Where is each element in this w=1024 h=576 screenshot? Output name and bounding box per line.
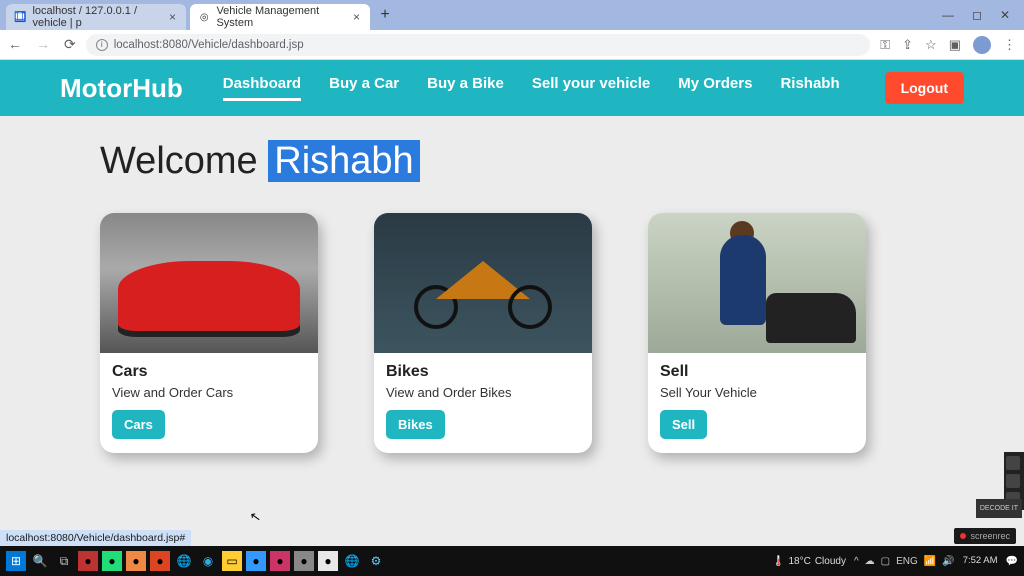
close-window-icon[interactable]: ✕ — [1000, 8, 1010, 22]
screen-recorder-badge[interactable]: screenrec — [954, 528, 1016, 544]
taskbar-clock[interactable]: 7:52 AM — [963, 556, 998, 566]
minimize-icon[interactable]: — — [942, 8, 954, 22]
browser-tab-strip: 🛄 localhost / 127.0.0.1 / vehicle | p × … — [0, 0, 1024, 30]
meet-icon[interactable]: ▢ — [881, 556, 890, 567]
tab-title: Vehicle Management System — [216, 5, 343, 29]
nav-links: Dashboard Buy a Car Buy a Bike Sell your… — [223, 75, 840, 101]
video-icon[interactable] — [1006, 474, 1020, 488]
menu-icon[interactable]: ⋮ — [1003, 37, 1016, 53]
taskbar-app[interactable]: ● — [294, 551, 314, 571]
card-bikes: Bikes View and Order Bikes Bikes — [374, 213, 592, 453]
nav-buy-car[interactable]: Buy a Car — [329, 75, 399, 101]
taskbar-app[interactable]: ⚙ — [366, 551, 386, 571]
window-controls: — ◻ ✕ — [942, 8, 1018, 22]
taskbar-app[interactable]: ● — [126, 551, 146, 571]
task-view-icon[interactable]: ⧉ — [54, 551, 74, 571]
brand-logo[interactable]: MotorHub — [60, 73, 183, 104]
nav-username[interactable]: Rishabh — [780, 75, 839, 101]
card-title: Sell — [660, 363, 854, 381]
card-desc: Sell Your Vehicle — [660, 385, 854, 400]
taskbar-app[interactable]: ● — [270, 551, 290, 571]
weather-desc: Cloudy — [815, 556, 846, 567]
profile-avatar[interactable] — [973, 36, 991, 54]
reload-icon[interactable]: ⟳ — [64, 36, 76, 53]
cursor-icon: ↖ — [249, 508, 263, 526]
forward-icon[interactable]: → — [36, 36, 50, 53]
record-dot-icon — [960, 533, 966, 539]
chrome-icon[interactable]: 🌐 — [174, 551, 194, 571]
weather-icon: 🌡️ — [772, 556, 784, 567]
nav-my-orders[interactable]: My Orders — [678, 75, 752, 101]
language-icon[interactable]: ENG — [896, 556, 918, 567]
explorer-icon[interactable]: ▭ — [222, 551, 242, 571]
card-sell: Sell Sell Your Vehicle Sell — [648, 213, 866, 453]
edge-icon[interactable]: ◉ — [198, 551, 218, 571]
card-cars: Cars View and Order Cars Cars — [100, 213, 318, 453]
cloud-icon[interactable]: ☁ — [865, 556, 875, 567]
card-desc: View and Order Bikes — [386, 385, 580, 400]
browser-tab-active[interactable]: ◎ Vehicle Management System × — [190, 4, 370, 30]
card-image-car — [100, 213, 318, 353]
card-desc: View and Order Cars — [112, 385, 306, 400]
browser-tab[interactable]: 🛄 localhost / 127.0.0.1 / vehicle | p × — [6, 4, 186, 30]
nav-dashboard[interactable]: Dashboard — [223, 75, 301, 101]
address-bar[interactable]: i localhost:8080/Vehicle/dashboard.jsp — [86, 34, 871, 56]
back-icon[interactable]: ← — [8, 36, 22, 53]
card-button-cars[interactable]: Cars — [112, 410, 165, 439]
weather-temp: 18°C — [788, 556, 810, 567]
tab-title: localhost / 127.0.0.1 / vehicle | p — [32, 5, 159, 29]
close-icon[interactable]: × — [169, 10, 176, 24]
windows-taskbar: ⊞ 🔍 ⧉ ● ● ● ● 🌐 ◉ ▭ ● ● ● ● 🌐 ⚙ 🌡️ 18°C … — [0, 546, 1024, 576]
taskbar-app[interactable]: ● — [318, 551, 338, 571]
wifi-icon[interactable]: 📶 — [924, 556, 936, 567]
card-image-bike — [374, 213, 592, 353]
nav-sell-vehicle[interactable]: Sell your vehicle — [532, 75, 650, 101]
weather-widget[interactable]: 🌡️ 18°C Cloudy — [772, 556, 846, 567]
notifications-icon[interactable]: 💬 — [1006, 556, 1018, 567]
bookmark-icon[interactable]: ☆ — [925, 37, 937, 53]
tab-favicon: 🛄 — [14, 10, 26, 24]
volume-icon[interactable]: 🔊 — [942, 556, 954, 567]
key-icon[interactable]: ⚿ — [880, 37, 890, 53]
card-title: Bikes — [386, 363, 580, 381]
search-icon[interactable]: 🔍 — [30, 551, 50, 571]
start-button[interactable]: ⊞ — [6, 551, 26, 571]
logout-button[interactable]: Logout — [885, 72, 964, 104]
page-content: MotorHub Dashboard Buy a Car Buy a Bike … — [0, 60, 1024, 546]
close-icon[interactable]: × — [353, 10, 360, 24]
taskbar-app[interactable]: ● — [78, 551, 98, 571]
card-button-bikes[interactable]: Bikes — [386, 410, 445, 439]
tab-favicon: ◎ — [198, 10, 210, 24]
browser-status-bar: localhost:8080/Vehicle/dashboard.jsp# — [0, 530, 191, 546]
site-info-icon[interactable]: i — [96, 39, 108, 51]
maximize-icon[interactable]: ◻ — [972, 8, 982, 22]
extension-icon[interactable]: ▣ — [949, 37, 961, 53]
app-navbar: MotorHub Dashboard Buy a Car Buy a Bike … — [0, 60, 1024, 116]
welcome-prefix: Welcome — [100, 140, 268, 182]
card-title: Cars — [112, 363, 306, 381]
browser-toolbar: ← → ⟳ i localhost:8080/Vehicle/dashboard… — [0, 30, 1024, 60]
cards-row: Cars View and Order Cars Cars Bikes View… — [0, 213, 1024, 453]
decode-badge: DECODE IT — [976, 499, 1022, 518]
card-button-sell[interactable]: Sell — [660, 410, 707, 439]
welcome-username: Rishabh — [268, 140, 419, 182]
camera-icon[interactable] — [1006, 456, 1020, 470]
card-image-sell — [648, 213, 866, 353]
chrome-icon[interactable]: 🌐 — [342, 551, 362, 571]
welcome-heading: Welcome Rishabh — [100, 140, 1024, 183]
tray-chevron-icon[interactable]: ^ — [854, 556, 859, 567]
taskbar-app[interactable]: ● — [150, 551, 170, 571]
url-text: localhost:8080/Vehicle/dashboard.jsp — [114, 39, 304, 51]
nav-buy-bike[interactable]: Buy a Bike — [427, 75, 504, 101]
taskbar-app[interactable]: ● — [102, 551, 122, 571]
share-icon[interactable]: ⇪ — [902, 37, 913, 53]
new-tab-button[interactable]: + — [374, 4, 396, 26]
taskbar-app[interactable]: ● — [246, 551, 266, 571]
recorder-label: screenrec — [970, 531, 1010, 541]
